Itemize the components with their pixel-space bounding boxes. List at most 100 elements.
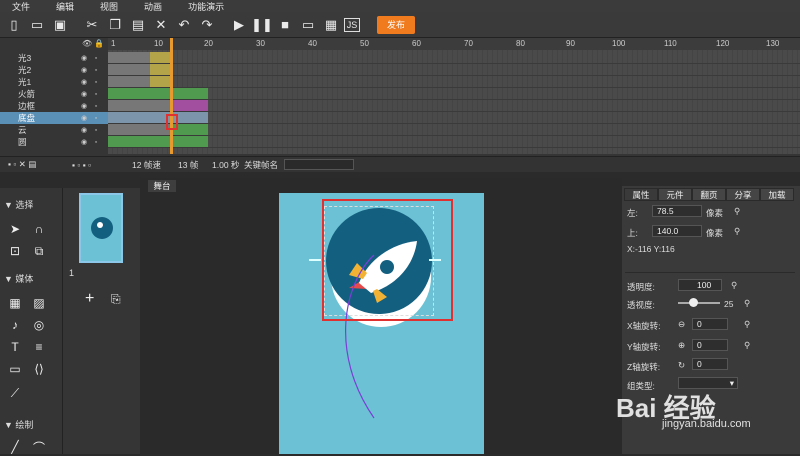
menu-file[interactable]: 文件: [12, 0, 30, 13]
paste-icon[interactable]: ▤: [128, 15, 148, 35]
new-file-icon[interactable]: ▯: [4, 15, 24, 35]
audio-icon[interactable]: ♪: [6, 316, 24, 334]
qr-code-icon[interactable]: ▦: [321, 15, 341, 35]
layer-actions-icons[interactable]: ▪ ▫ ✕ ▤: [8, 159, 72, 170]
lock-icon[interactable]: ▫: [90, 103, 102, 110]
layer-row[interactable]: 边框 ◉ ▫: [0, 100, 108, 112]
open-folder-icon[interactable]: ▭: [27, 15, 47, 35]
lock-icon[interactable]: ▫: [90, 79, 102, 86]
x-rotation-icon: ⊖: [678, 319, 686, 329]
eye-icon[interactable]: ◉: [78, 114, 90, 122]
lasso-icon[interactable]: ∩: [30, 220, 48, 238]
left-input[interactable]: 78.5: [652, 205, 702, 217]
link-icon[interactable]: ⚲: [744, 340, 750, 351]
frame-icon[interactable]: ▭: [6, 360, 24, 378]
layer-row[interactable]: 圆 ◉ ▫: [0, 136, 108, 148]
section-draw[interactable]: ▼ 绘制: [0, 418, 58, 430]
frame-grid[interactable]: [108, 50, 800, 154]
link-icon[interactable]: ⚲: [734, 206, 740, 217]
menu-demo[interactable]: 功能演示: [188, 0, 224, 13]
lock-icon[interactable]: ▫: [90, 91, 102, 98]
y-rotation-input[interactable]: 0: [692, 339, 728, 351]
paragraph-icon[interactable]: ≡: [30, 338, 48, 356]
time-readout: 1.00 秒: [212, 159, 240, 170]
section-media[interactable]: ▼ 媒体: [0, 272, 58, 284]
link-icon[interactable]: ⚲: [734, 226, 740, 237]
lock-icon[interactable]: ▫: [90, 55, 102, 62]
redo-icon[interactable]: ↷: [197, 15, 217, 35]
perspective-slider-handle[interactable]: [689, 298, 698, 307]
tab-share[interactable]: 分享: [726, 188, 760, 201]
add-page-icon[interactable]: +: [85, 290, 94, 308]
stage-tab[interactable]: 舞台: [148, 180, 176, 192]
layer-row[interactable]: 火箭 ◉ ▫: [0, 88, 108, 100]
layer-row[interactable]: 光3 ◉ ▫: [0, 52, 108, 64]
tab-symbols[interactable]: 元件: [658, 188, 692, 201]
link-icon[interactable]: ⚲: [731, 280, 737, 291]
stop-icon[interactable]: ■: [275, 15, 295, 35]
layer-row[interactable]: 云 ◉ ▫: [0, 124, 108, 136]
menu-edit[interactable]: 编辑: [56, 0, 74, 13]
layer-row[interactable]: 光1 ◉ ▫: [0, 76, 108, 88]
eye-icon[interactable]: ◉: [78, 90, 90, 98]
select-arrow-icon[interactable]: ➤: [6, 220, 24, 238]
cut-icon[interactable]: ✂: [82, 15, 102, 35]
preview-icon[interactable]: ▭: [298, 15, 318, 35]
x-rotation-input[interactable]: 0: [692, 318, 728, 330]
layer-row-selected[interactable]: 底盘 ◉ ▫: [0, 112, 108, 124]
copy-icon[interactable]: ❐: [105, 15, 125, 35]
eye-icon[interactable]: ◉: [78, 54, 90, 62]
page-thumbnail[interactable]: [79, 193, 123, 263]
chart-icon[interactable]: ⟋: [6, 384, 24, 402]
import-page-icon[interactable]: ⎘: [111, 292, 121, 307]
eye-icon[interactable]: ◉: [78, 138, 90, 146]
link-icon[interactable]: ⚲: [744, 298, 750, 309]
publish-button[interactable]: 发布: [377, 15, 415, 34]
eye-icon[interactable]: ◉: [78, 102, 90, 110]
lock-icon[interactable]: ▫: [90, 115, 102, 122]
curve-tool-icon[interactable]: ⌒: [30, 438, 48, 456]
video-icon[interactable]: ◎: [30, 316, 48, 334]
eye-icon[interactable]: ◉: [78, 66, 90, 74]
ruler-tick: 90: [566, 39, 575, 48]
distort-icon[interactable]: ⧉: [30, 242, 48, 260]
fps-readout[interactable]: 12 帧速: [132, 159, 178, 171]
code-icon[interactable]: ⟨⟩: [30, 360, 48, 378]
frame-actions-icons[interactable]: ▪ ▫ ▪ ▫: [72, 160, 132, 170]
keyframe-name-input[interactable]: [284, 159, 355, 170]
x-rotation-label: X轴旋转:: [627, 321, 661, 331]
line-tool-icon[interactable]: ╱: [6, 438, 24, 456]
transform-icon[interactable]: ⊡: [6, 242, 24, 260]
menu-animation[interactable]: 动画: [144, 0, 162, 13]
lock-icon[interactable]: ▫: [90, 127, 102, 134]
undo-icon[interactable]: ↶: [174, 15, 194, 35]
pause-icon[interactable]: ❚❚: [251, 15, 273, 35]
watermark-url: jingyan.baidu.com: [662, 418, 751, 430]
tab-pages[interactable]: 翻页: [692, 188, 726, 201]
layer-row[interactable]: 光2 ◉ ▫: [0, 64, 108, 76]
lock-icon[interactable]: ▫: [90, 67, 102, 74]
perspective-slider[interactable]: [678, 302, 720, 304]
play-icon[interactable]: ▶: [229, 15, 249, 35]
text-icon[interactable]: T: [6, 338, 24, 356]
section-select[interactable]: ▼ 选择: [0, 198, 58, 210]
eye-icon[interactable]: ◉: [78, 126, 90, 134]
link-icon[interactable]: ⚲: [744, 319, 750, 330]
tab-properties[interactable]: 属性: [624, 188, 658, 201]
js-icon[interactable]: JS: [344, 17, 360, 32]
tab-load[interactable]: 加载: [760, 188, 794, 201]
tools-panel: ▼ 选择 ➤ ∩ ⊡ ⧉ ▼ 媒体 ▦ ▨ ♪ ◎ T ≡ ▭ ⟨⟩ ⟋ ▼ 绘…: [0, 188, 62, 456]
opacity-input[interactable]: 100: [678, 279, 722, 291]
guide-left: [309, 259, 321, 261]
menu-view[interactable]: 视图: [100, 0, 118, 13]
playhead[interactable]: [170, 38, 173, 154]
delete-icon[interactable]: ✕: [151, 15, 171, 35]
z-rotation-input[interactable]: 0: [692, 358, 728, 370]
save-icon[interactable]: ▣: [50, 15, 70, 35]
top-input[interactable]: 140.0: [652, 225, 702, 237]
eye-icon[interactable]: ◉: [78, 78, 90, 86]
timeline-ruler[interactable]: 1 10 20 30 40 50 60 70 80 90 100 110 120…: [108, 38, 800, 50]
image-icon[interactable]: ▨: [30, 294, 48, 312]
grid-icon[interactable]: ▦: [6, 294, 24, 312]
lock-icon[interactable]: ▫: [90, 139, 102, 146]
